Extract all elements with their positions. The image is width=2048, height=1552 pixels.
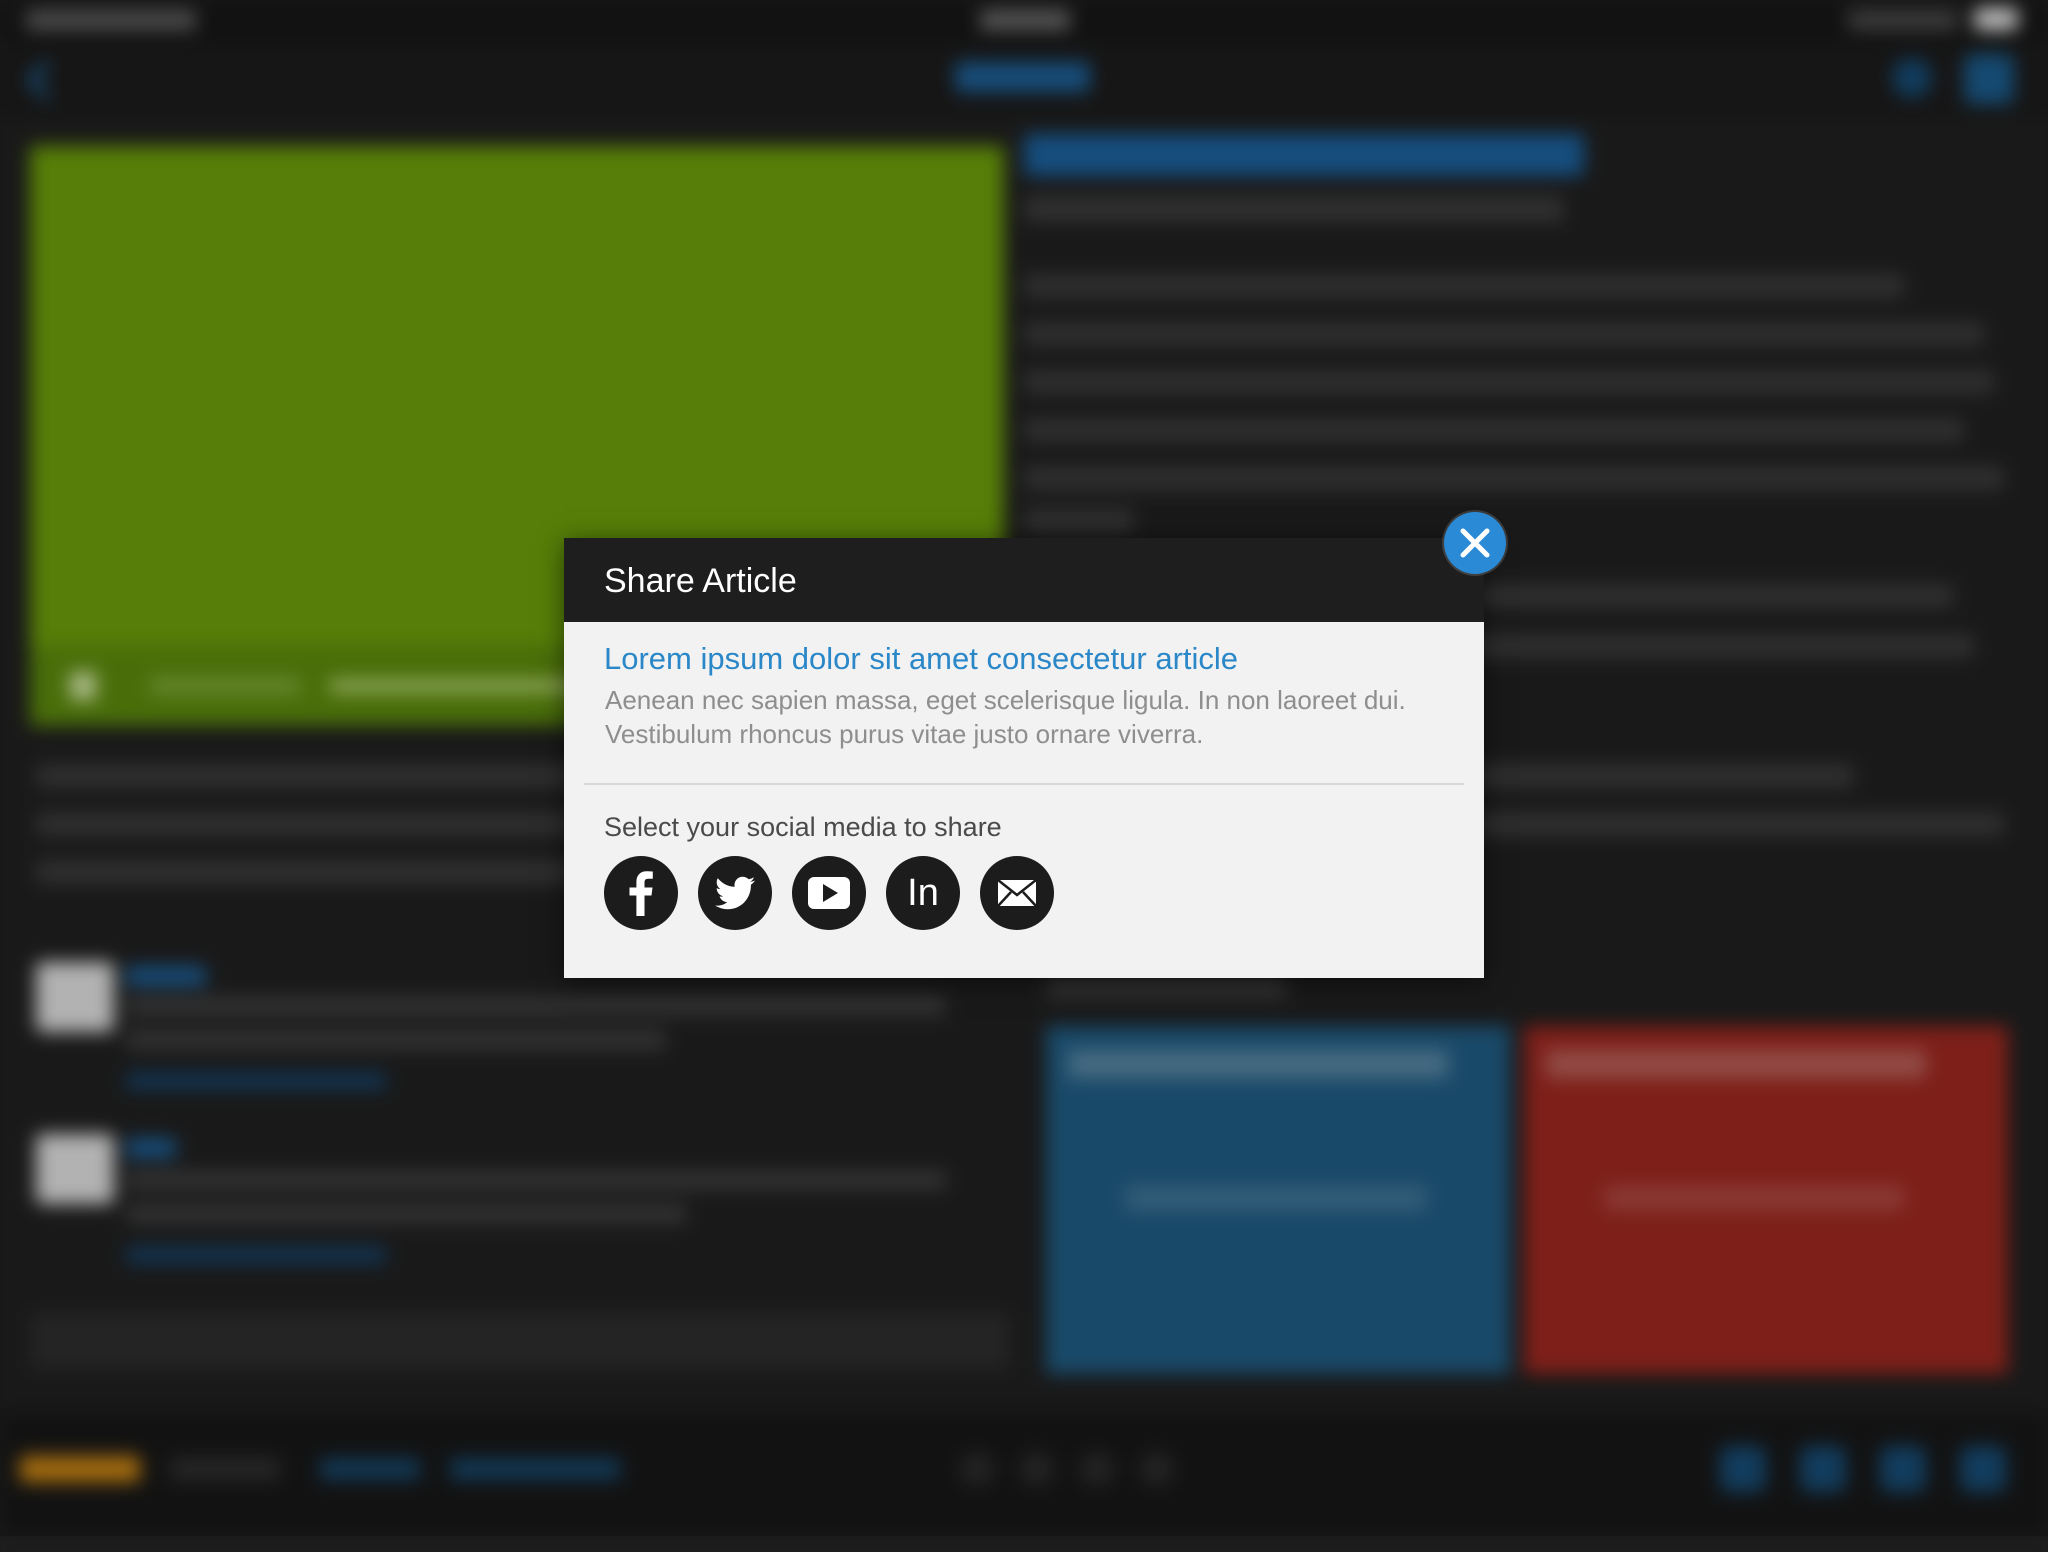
dialog-header: Share Article (564, 538, 1484, 622)
email-icon (997, 879, 1037, 907)
facebook-button[interactable] (604, 856, 678, 930)
email-button[interactable] (980, 856, 1054, 930)
facebook-icon (629, 871, 653, 916)
linkedin-button[interactable]: In (886, 856, 960, 930)
linkedin-icon: In (907, 872, 939, 914)
youtube-button[interactable] (792, 856, 866, 930)
twitter-button[interactable] (698, 856, 772, 930)
close-icon (1460, 528, 1490, 558)
dialog-title: Share Article (604, 562, 797, 600)
share-prompt: Select your social media to share (604, 812, 1002, 842)
twitter-icon (715, 876, 755, 910)
divider (584, 783, 1464, 785)
article-excerpt: Aenean nec sapien massa, eget scelerisqu… (605, 685, 1406, 749)
close-button[interactable] (1444, 512, 1506, 574)
share-dialog: Share Article Lorem ipsum dolor sit amet… (564, 538, 1484, 978)
article-title-link[interactable]: Lorem ipsum dolor sit amet consectetur a… (604, 641, 1238, 677)
youtube-icon (808, 877, 850, 909)
